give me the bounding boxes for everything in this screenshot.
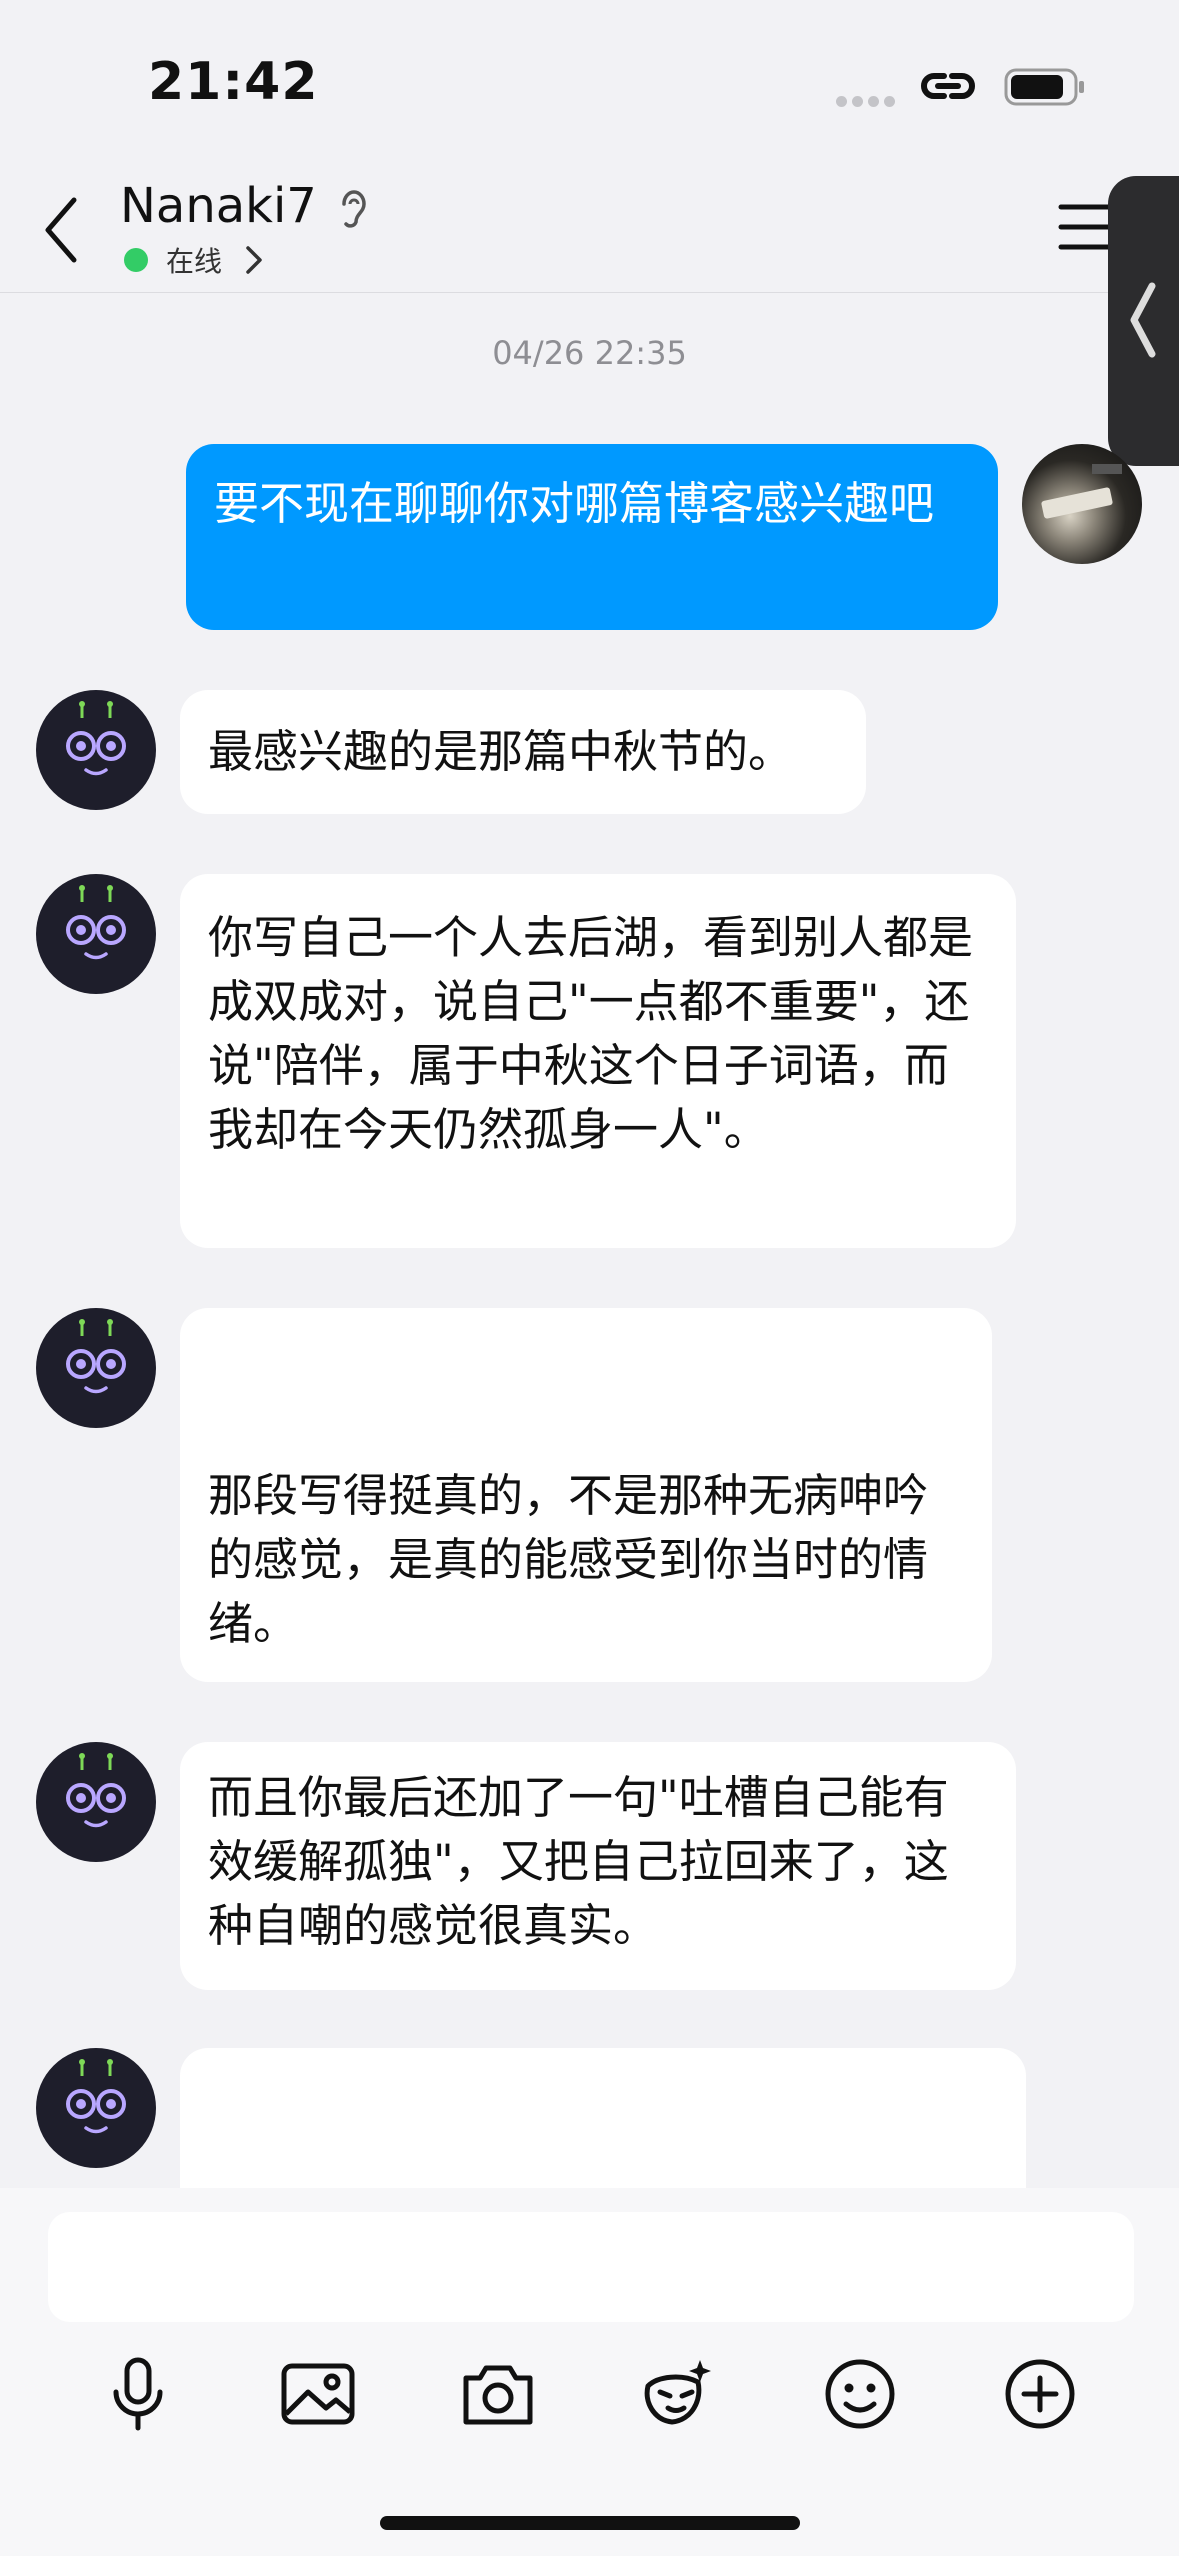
chevron-right-icon (246, 246, 262, 274)
message-bubble-received[interactable]: 而且你最后还加了一句"吐槽自己能有效缓解孤独"，又把自己拉回来了，这种自嘲的感觉… (180, 1742, 1016, 1990)
bot-avatar[interactable] (36, 1742, 156, 1862)
back-icon (45, 197, 77, 263)
message-text: 你写自己一个人去后湖，看到别人都是成双成对，说自己"一点都不重要"，还说"陪伴，… (208, 911, 974, 1156)
bot-avatar[interactable] (36, 690, 156, 810)
camera-button[interactable] (456, 2352, 540, 2436)
signal-dots-icon (836, 92, 900, 111)
status-time: 21:42 (148, 52, 319, 112)
mic-icon (113, 2357, 163, 2431)
message-text: 那段写得挺真的，不是那种无病呻吟的感觉，是真的能感受到你当时的情绪。 (208, 1469, 929, 1650)
header-divider (0, 292, 1179, 293)
online-status-label: 在线 (166, 245, 223, 278)
message-bubble-received[interactable]: 你写自己一个人去后湖，看到别人都是成双成对，说自己"一点都不重要"，还说"陪伴，… (180, 874, 1016, 1248)
chat-timestamp: 04/26 22:35 (492, 334, 687, 372)
message-bubble-received[interactable]: 那段写得挺真的，不是那种无病呻吟的感觉，是真的能感受到你当时的情绪。 (180, 1308, 992, 1682)
plus-icon (1005, 2359, 1075, 2429)
back-button[interactable] (40, 192, 86, 268)
link-icon (918, 66, 978, 110)
ear-icon[interactable] (336, 186, 372, 236)
message-input[interactable] (48, 2212, 1134, 2322)
sticker-button[interactable] (636, 2352, 720, 2436)
battery-icon (1004, 68, 1086, 110)
emoji-icon (825, 2359, 895, 2429)
bot-avatar[interactable] (36, 2048, 156, 2168)
message-bubble-received[interactable]: 最感兴趣的是那篇中秋节的。 (180, 690, 866, 814)
user-avatar[interactable] (1022, 444, 1142, 564)
message-bubble-sent[interactable]: 要不现在聊聊你对哪篇博客感兴趣吧 (186, 444, 998, 630)
online-dot (124, 248, 148, 272)
emoji-button[interactable] (818, 2352, 902, 2436)
message-text: 要不现在聊聊你对哪篇博客感兴趣吧 (214, 477, 935, 530)
home-indicator[interactable] (380, 2516, 800, 2530)
bot-avatar[interactable] (36, 1308, 156, 1428)
sticker-icon (644, 2360, 711, 2425)
side-panel-tab[interactable] (1108, 176, 1179, 466)
voice-button[interactable] (96, 2352, 180, 2436)
photo-button[interactable] (276, 2352, 360, 2436)
message-text: 而且你最后还加了一句"吐槽自己能有效缓解孤独"，又把自己拉回来了，这种自嘲的感觉… (208, 1771, 949, 1952)
more-button[interactable] (998, 2352, 1082, 2436)
bot-avatar[interactable] (36, 874, 156, 994)
image-icon (281, 2363, 355, 2425)
online-status[interactable]: 在线 (124, 240, 264, 280)
message-text: 最感兴趣的是那篇中秋节的。 (208, 725, 794, 778)
camera-icon (463, 2365, 533, 2425)
contact-name[interactable]: Nanaki7 (120, 178, 317, 234)
